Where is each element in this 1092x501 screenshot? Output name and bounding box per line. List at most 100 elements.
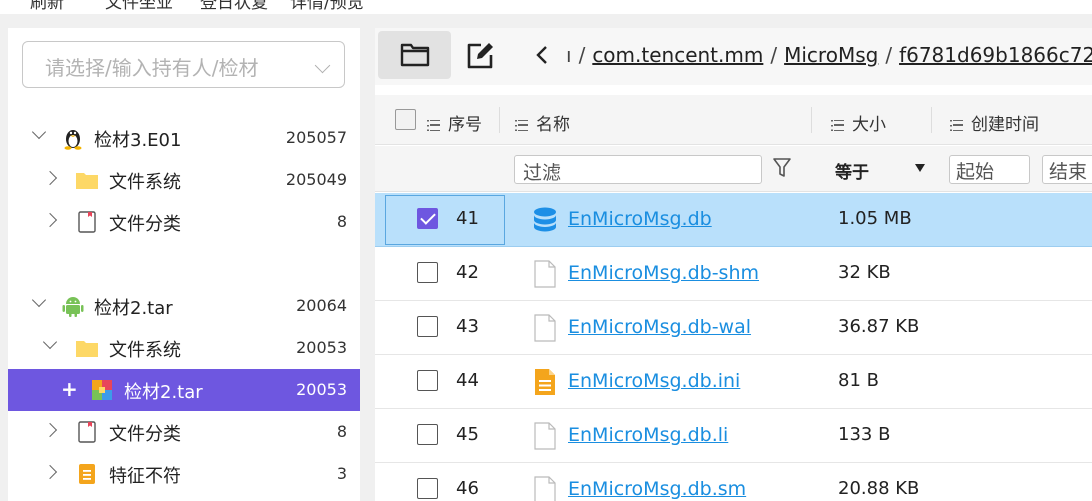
file-size: 36.87 KB <box>838 316 920 337</box>
row-index: 46 <box>456 478 479 499</box>
tree-item-evidence2-archive[interactable]: + 检材2.tar 20053 <box>8 369 360 411</box>
tree-item-count: 8 <box>336 422 347 441</box>
header-index[interactable]: 序号 <box>427 110 482 135</box>
tree-item-count: 3 <box>336 464 347 483</box>
breadcrumb-item[interactable]: f6781d69b1866c72 <box>899 43 1092 67</box>
breadcrumb-truncated: ı <box>566 43 572 67</box>
row-checkbox[interactable] <box>417 370 438 391</box>
tree-item-feature-mismatch[interactable]: 特征不符 3 <box>8 453 360 495</box>
column-divider[interactable] <box>811 107 812 133</box>
table-row[interactable]: 45 EnMicroMsg.db.li 133 B <box>375 409 1092 463</box>
tree-item-label: 检材2.tar <box>124 382 203 403</box>
expand-plus-icon[interactable]: + <box>61 377 78 401</box>
linux-icon <box>64 130 82 150</box>
folder-view-button[interactable] <box>378 31 451 79</box>
tree-item-filesystem[interactable]: 文件系统 20053 <box>8 327 360 369</box>
row-checkbox[interactable] <box>417 424 438 445</box>
expand-arrow-icon[interactable] <box>42 464 58 480</box>
expand-arrow-icon[interactable] <box>42 212 58 228</box>
breadcrumb-item[interactable]: com.tencent.mm <box>592 43 763 67</box>
collapse-arrow-icon[interactable] <box>31 292 47 308</box>
table-row[interactable]: 46 EnMicroMsg.db.sm 20.88 KB <box>375 463 1092 501</box>
collapse-arrow-icon[interactable] <box>42 334 58 350</box>
file-size: 81 B <box>838 370 879 391</box>
text-file-icon <box>535 369 555 395</box>
row-index: 44 <box>456 370 479 391</box>
size-operator-value: 等于 <box>835 163 869 183</box>
toolbar-item[interactable]: 文件坐业 <box>105 0 173 13</box>
row-checkbox[interactable] <box>417 262 438 283</box>
row-checkbox[interactable] <box>417 316 438 337</box>
tree-item-label: 文件系统 <box>109 172 181 193</box>
file-size: 133 B <box>838 424 891 445</box>
mismatch-file-icon <box>79 464 95 484</box>
header-name[interactable]: 名称 <box>515 110 570 135</box>
file-icon <box>534 476 556 501</box>
filter-row: 过滤 等于 起始 结束 <box>375 146 1092 192</box>
expand-arrow-icon[interactable] <box>42 170 58 186</box>
file-name-link[interactable]: EnMicroMsg.db.ini <box>568 370 740 392</box>
breadcrumb: ı / com.tencent.mm / MicroMsg / f6781d69b1866c… <box>566 43 1092 67</box>
table-row[interactable]: 42 EnMicroMsg.db-shm 32 KB <box>375 247 1092 301</box>
file-table: 序号 名称 大小 创建时间 过滤 等于 起始 结束 41 EnMicroMsg.… <box>375 95 1092 501</box>
folder-icon <box>76 341 98 357</box>
refresh-label[interactable]: 刷新 <box>30 0 64 13</box>
file-name-link[interactable]: EnMicroMsg.db-shm <box>568 262 759 284</box>
header-created[interactable]: 创建时间 <box>950 110 1039 135</box>
row-index: 41 <box>456 208 479 229</box>
folder-icon <box>76 173 98 189</box>
tree-item-file-category[interactable]: 文件分类 8 <box>8 411 360 453</box>
size-operator-select[interactable]: 等于 <box>835 158 925 183</box>
file-icon <box>534 422 556 450</box>
collapse-arrow-icon[interactable] <box>31 124 47 140</box>
date-start-input[interactable]: 起始 <box>949 155 1030 184</box>
file-size: 1.05 MB <box>838 208 912 229</box>
expand-arrow-icon[interactable] <box>42 422 58 438</box>
row-checkbox[interactable] <box>417 478 438 499</box>
row-index: 42 <box>456 262 479 283</box>
chevron-down-icon[interactable] <box>314 57 331 74</box>
tree-item-filesystem[interactable]: 文件系统 205049 <box>8 159 360 201</box>
breadcrumb-item[interactable]: MicroMsg <box>784 43 878 67</box>
table-row[interactable]: 43 EnMicroMsg.db-wal 36.87 KB <box>375 301 1092 355</box>
header-size[interactable]: 大小 <box>831 110 886 135</box>
toolbar-item[interactable]: 登日状复 <box>200 0 268 13</box>
column-menu-icon <box>515 119 528 131</box>
owner-select-placeholder: 请选择/输入持有人/检材 <box>45 56 259 80</box>
row-checkbox[interactable] <box>417 208 438 229</box>
file-name-link[interactable]: EnMicroMsg.db <box>568 208 712 230</box>
edit-icon[interactable] <box>465 41 495 71</box>
file-category-icon <box>78 211 96 233</box>
select-all-checkbox[interactable] <box>395 109 416 130</box>
column-divider[interactable] <box>931 107 932 133</box>
file-name-link[interactable]: EnMicroMsg.db-wal <box>568 316 751 338</box>
tree-item-label: 检材2.tar <box>94 298 173 319</box>
tree-item-file-category[interactable]: 文件分类 8 <box>8 201 360 243</box>
toolbar-item[interactable]: 详情/预览 <box>290 0 364 13</box>
tree-item-count: 8 <box>336 212 347 231</box>
file-list-panel: ı / com.tencent.mm / MicroMsg / f6781d69b1866c… <box>375 28 1092 501</box>
table-row[interactable]: 44 EnMicroMsg.db.ini 81 B <box>375 355 1092 409</box>
tree-item-evidence2[interactable]: 检材2.tar 20064 <box>8 285 360 327</box>
filter-funnel-icon[interactable] <box>772 157 792 179</box>
name-filter-input[interactable]: 过滤 <box>514 155 762 184</box>
table-row[interactable]: 41 EnMicroMsg.db 1.05 MB <box>375 193 1092 247</box>
file-name-link[interactable]: EnMicroMsg.db.li <box>568 424 728 446</box>
android-icon <box>62 297 84 317</box>
row-index: 45 <box>456 424 479 445</box>
row-index: 43 <box>456 316 479 337</box>
date-end-input[interactable]: 结束 <box>1042 155 1092 184</box>
name-filter-placeholder: 过滤 <box>523 162 562 184</box>
tree-item-evidence3[interactable]: 检材3.E01 205057 <box>8 117 360 159</box>
tree-item-count: 20064 <box>296 296 347 315</box>
index-cell[interactable] <box>385 195 505 245</box>
column-menu-icon <box>831 119 844 131</box>
file-size: 20.88 KB <box>838 478 920 499</box>
tree-item-label: 特征不符 <box>109 466 181 487</box>
column-divider[interactable] <box>499 107 500 133</box>
tree-item-label: 文件分类 <box>109 214 181 235</box>
file-name-link[interactable]: EnMicroMsg.db.sm <box>568 478 746 500</box>
owner-select[interactable]: 请选择/输入持有人/检材 <box>22 41 345 88</box>
path-toolbar: ı / com.tencent.mm / MicroMsg / f6781d69b1866c… <box>375 28 1092 85</box>
back-arrow-icon[interactable] <box>533 41 551 71</box>
